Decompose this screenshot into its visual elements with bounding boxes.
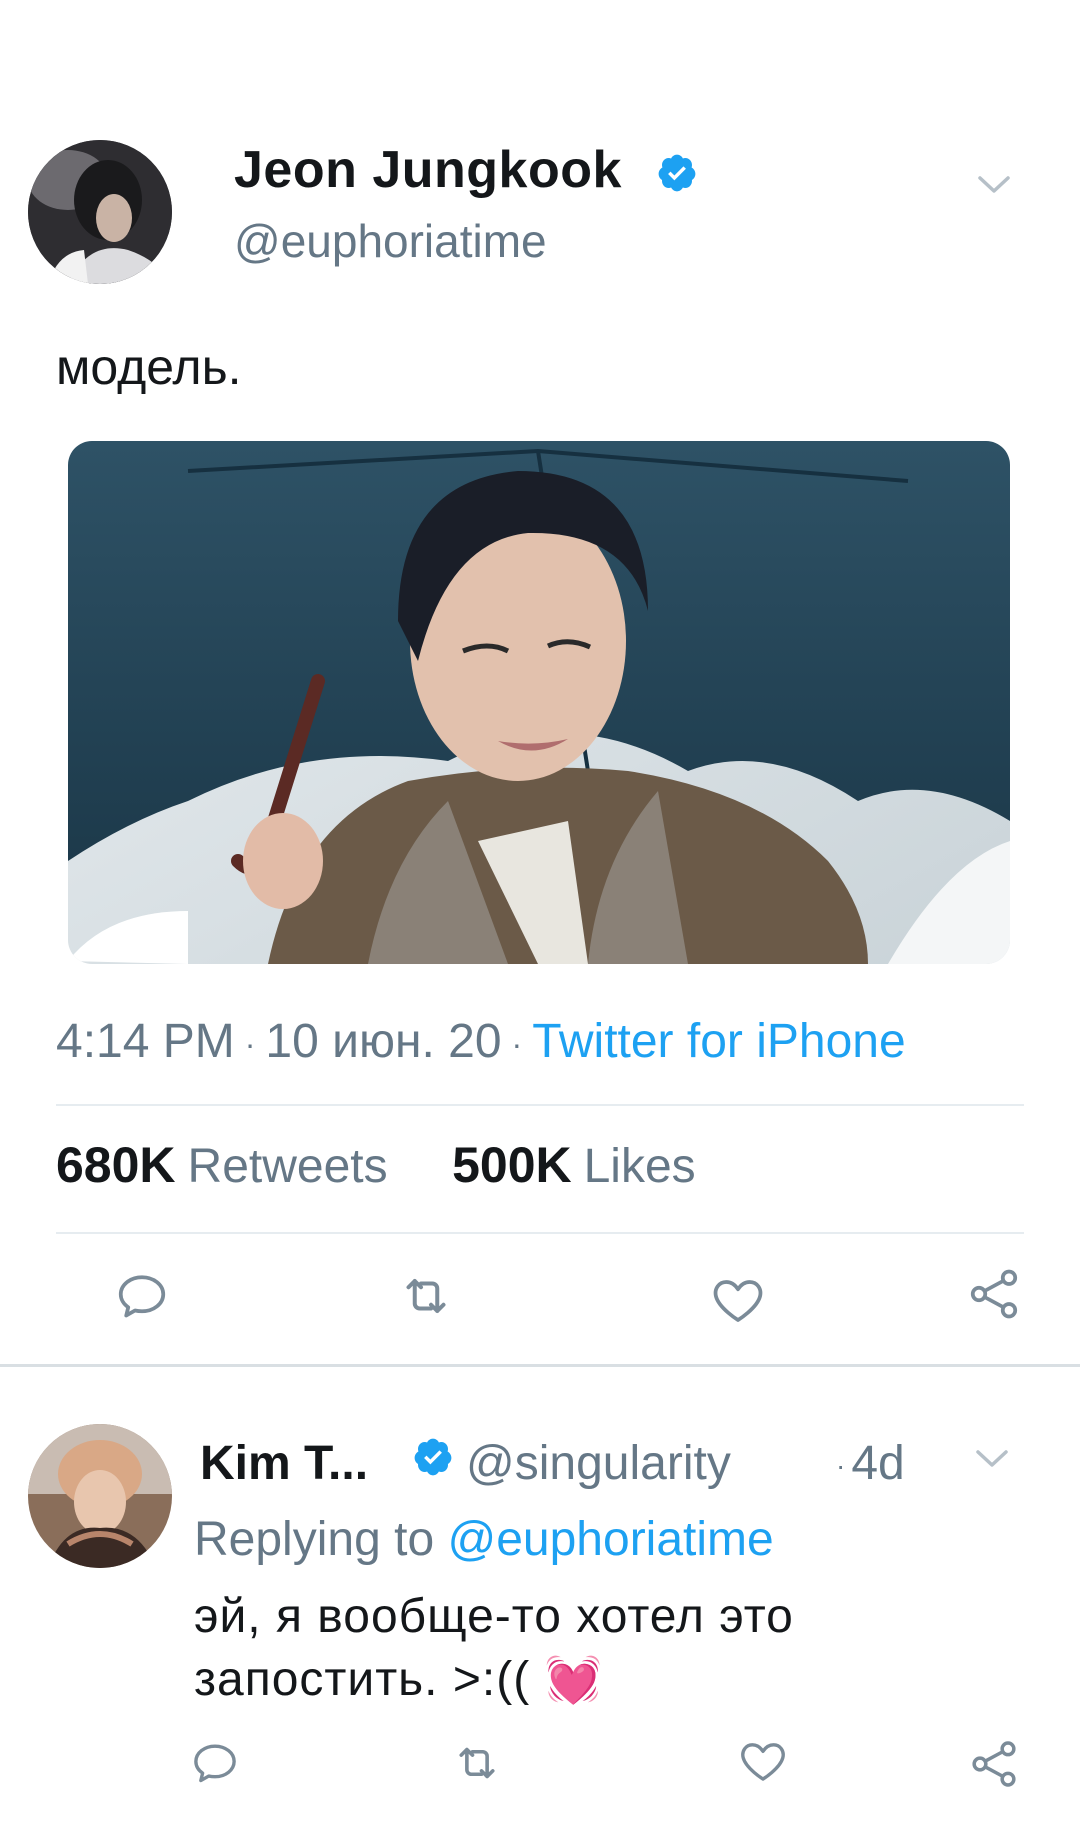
divider bbox=[56, 1104, 1024, 1106]
tweet-photo[interactable] bbox=[68, 441, 1010, 964]
retweet-button[interactable] bbox=[396, 1266, 456, 1326]
likes-count: 500K bbox=[452, 1137, 572, 1193]
likes-label: Likes bbox=[583, 1140, 696, 1193]
tweet-date: 10 июн. 20 bbox=[265, 1015, 502, 1068]
tweet-text: модель. bbox=[56, 339, 242, 395]
heart-emoji: 💓 bbox=[544, 1653, 603, 1705]
retweet-icon bbox=[459, 1747, 495, 1779]
share-icon bbox=[970, 1269, 1018, 1319]
tweet-source-link[interactable]: Twitter for iPhone bbox=[532, 1015, 906, 1068]
reply-timestamp: · 4d bbox=[836, 1436, 905, 1491]
reply-icon bbox=[118, 1275, 166, 1318]
author-name[interactable]: Jeon Jungkook bbox=[234, 140, 622, 200]
like-button[interactable] bbox=[708, 1270, 768, 1330]
verified-badge-icon bbox=[414, 1438, 452, 1476]
replying-to: Replying to @euphoriatime bbox=[194, 1512, 774, 1567]
share-icon bbox=[972, 1741, 1016, 1787]
reply-text: эй, я вообще-то хотел это запостить. >:(… bbox=[194, 1586, 1014, 1711]
retweets-count: 680K bbox=[56, 1137, 176, 1193]
heart-icon bbox=[713, 1280, 763, 1322]
photo-image bbox=[68, 441, 1010, 964]
reply-author-handle[interactable]: @singularity bbox=[466, 1436, 731, 1491]
reply-text-line: запостить. >:(( bbox=[194, 1653, 531, 1706]
reply-button[interactable] bbox=[188, 1736, 242, 1790]
verified-badge-icon bbox=[658, 154, 696, 192]
heart-icon bbox=[741, 1743, 785, 1781]
divider bbox=[56, 1232, 1024, 1234]
tweet-meta: 4:14 PM · 10 июн. 20 · Twitter for iPhone bbox=[56, 1014, 906, 1069]
meta-separator: · bbox=[244, 1025, 256, 1062]
retweets-stat[interactable]: 680K Retweets bbox=[56, 1137, 388, 1193]
reply-button[interactable] bbox=[112, 1266, 172, 1326]
section-divider bbox=[0, 1364, 1080, 1367]
tweet-time: 4:14 PM bbox=[56, 1015, 235, 1068]
retweet-icon bbox=[406, 1279, 446, 1313]
retweets-label: Retweets bbox=[187, 1140, 388, 1193]
chevron-down-icon[interactable] bbox=[974, 170, 1014, 198]
retweet-button[interactable] bbox=[450, 1736, 504, 1790]
chevron-down-icon[interactable] bbox=[972, 1444, 1012, 1472]
meta-separator: · bbox=[511, 1025, 523, 1062]
share-button[interactable] bbox=[966, 1736, 1022, 1792]
replying-to-prefix: Replying to bbox=[194, 1513, 435, 1566]
reply-author-avatar[interactable] bbox=[28, 1424, 172, 1568]
reply-avatar-image bbox=[28, 1424, 172, 1568]
reply-text-line: эй, я вообще-то хотел это bbox=[194, 1590, 794, 1643]
author-avatar-image bbox=[28, 140, 172, 284]
author-avatar[interactable] bbox=[28, 140, 172, 284]
tweet-stats: 680K Retweets 500K Likes bbox=[56, 1136, 696, 1194]
like-button[interactable] bbox=[736, 1734, 790, 1788]
meta-separator: · bbox=[836, 1450, 846, 1482]
reply-author-name[interactable]: Kim T... bbox=[200, 1436, 368, 1491]
reply-icon bbox=[194, 1744, 236, 1783]
reply-time-value: 4d bbox=[851, 1437, 905, 1490]
likes-stat[interactable]: 500K Likes bbox=[452, 1137, 696, 1193]
author-handle[interactable]: @euphoriatime bbox=[234, 214, 547, 268]
replying-to-mention[interactable]: @euphoriatime bbox=[447, 1513, 773, 1566]
share-button[interactable] bbox=[964, 1264, 1024, 1324]
